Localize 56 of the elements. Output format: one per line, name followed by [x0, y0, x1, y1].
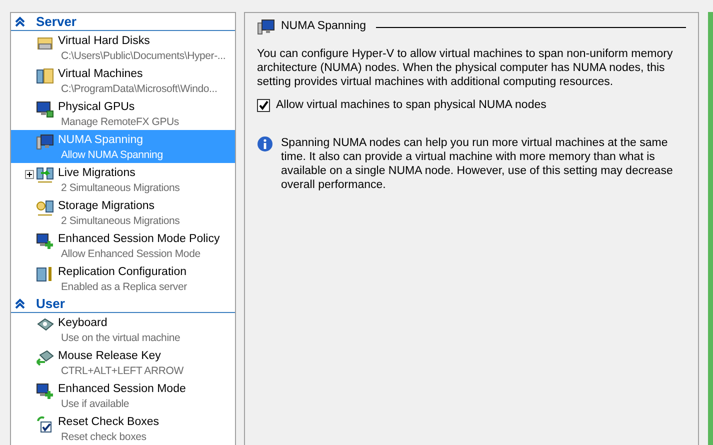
sidebar-item[interactable]: Keyboard Use on the virtual machine [11, 313, 235, 346]
monitor-icon [36, 133, 54, 151]
item-title: Live Migrations [58, 166, 136, 181]
item-subtitle: Allow NUMA Spanning [60, 148, 163, 163]
item-title: Enhanced Session Mode [58, 382, 186, 397]
sidebar-item[interactable]: Storage Migrations 2 Simultaneous Migrations [11, 196, 235, 229]
item-subtitle: 2 Simultaneous Migrations [60, 214, 180, 229]
item-title: Physical GPUs [58, 100, 136, 115]
item-title: Reset Check Boxes [58, 415, 159, 430]
item-subtitle: Allow Enhanced Session Mode [60, 247, 202, 262]
server-icon [36, 67, 54, 85]
sidebar-item[interactable]: Enhanced Session Mode Policy Allow Enhanced Session Mode [11, 229, 235, 262]
section-header: User [36, 294, 65, 313]
item-subtitle: C:\Users\Public\Documents\Hyper-... [60, 49, 226, 64]
item-title: Keyboard [58, 316, 108, 331]
sidebar-item[interactable]: Physical GPUs Manage RemoteFX GPUs [11, 97, 235, 130]
sidebar-item[interactable]: Enhanced Session Mode Use if available [11, 379, 235, 412]
monitor-icon [36, 100, 54, 118]
item-subtitle: C:\ProgramData\Microsoft\Windo... [60, 82, 218, 97]
collapse-icon[interactable] [14, 298, 26, 310]
item-title: Replication Configuration [58, 265, 187, 280]
item-subtitle: Use on the virtual machine [60, 331, 180, 346]
sidebar-item[interactable]: Virtual Hard Disks C:\Users\Public\Documents\Hyper-... [11, 31, 235, 64]
item-subtitle: 2 Simultaneous Migrations [60, 181, 180, 196]
info-text: Spanning NUMA nodes can help you run more virtual machines at the same time. It also can provide a virtual machine with more memory than what is available on a single NUMA node. However, use of this setting may decrease overall performance. [281, 136, 674, 192]
monitor-icon [36, 382, 54, 400]
item-title: Storage Migrations [58, 199, 156, 214]
item-subtitle: Manage RemoteFX GPUs [60, 115, 179, 130]
panel-title: NUMA Spanning [281, 19, 366, 34]
item-title: Mouse Release Key [58, 349, 162, 364]
network-icon [36, 199, 54, 217]
item-title: Virtual Hard Disks [58, 34, 151, 49]
item-title: NUMA Spanning [58, 133, 144, 148]
section-header: Server [36, 12, 76, 31]
checkbox-label: Allow virtual machines to span physical NUMA nodes [276, 98, 546, 113]
checkbox[interactable] [257, 99, 270, 112]
mouse-icon [36, 349, 54, 367]
item-subtitle: Reset check boxes [60, 430, 148, 445]
sidebar-item[interactable]: Virtual Machines C:\ProgramData\Microsoft\Windo... [11, 64, 235, 97]
item-title: Enhanced Session Mode Policy [58, 232, 220, 247]
sidebar-item[interactable]: Mouse Release Key CTRL+ALT+LEFT ARROW [11, 346, 235, 379]
info-icon [257, 136, 273, 152]
collapse-icon[interactable] [14, 16, 26, 28]
description-text: You can configure Hyper-V to allow virtual machines to span non-uniform memory architecture (NUMA) nodes. When the physical computer has NUMA nodes, this setting provides virtual machines with additional computing resources. [257, 47, 674, 89]
monitor-icon [36, 232, 54, 250]
expand-icon[interactable] [25, 170, 34, 179]
sidebar-item[interactable]: Reset Check Boxes Reset check boxes [11, 412, 235, 445]
network-icon [36, 166, 54, 184]
sidebar-item[interactable]: Live Migrations 2 Simultaneous Migrations [11, 163, 235, 196]
sidebar-item[interactable]: Replication Configuration Enabled as a Replica server [11, 262, 235, 295]
item-subtitle: Use if available [60, 397, 130, 412]
item-subtitle: Enabled as a Replica server [60, 280, 187, 295]
item-subtitle: CTRL+ALT+LEFT ARROW [60, 364, 184, 379]
item-title: Virtual Machines [58, 67, 144, 82]
checkbox-icon [36, 415, 54, 433]
monitor-icon [257, 19, 275, 35]
